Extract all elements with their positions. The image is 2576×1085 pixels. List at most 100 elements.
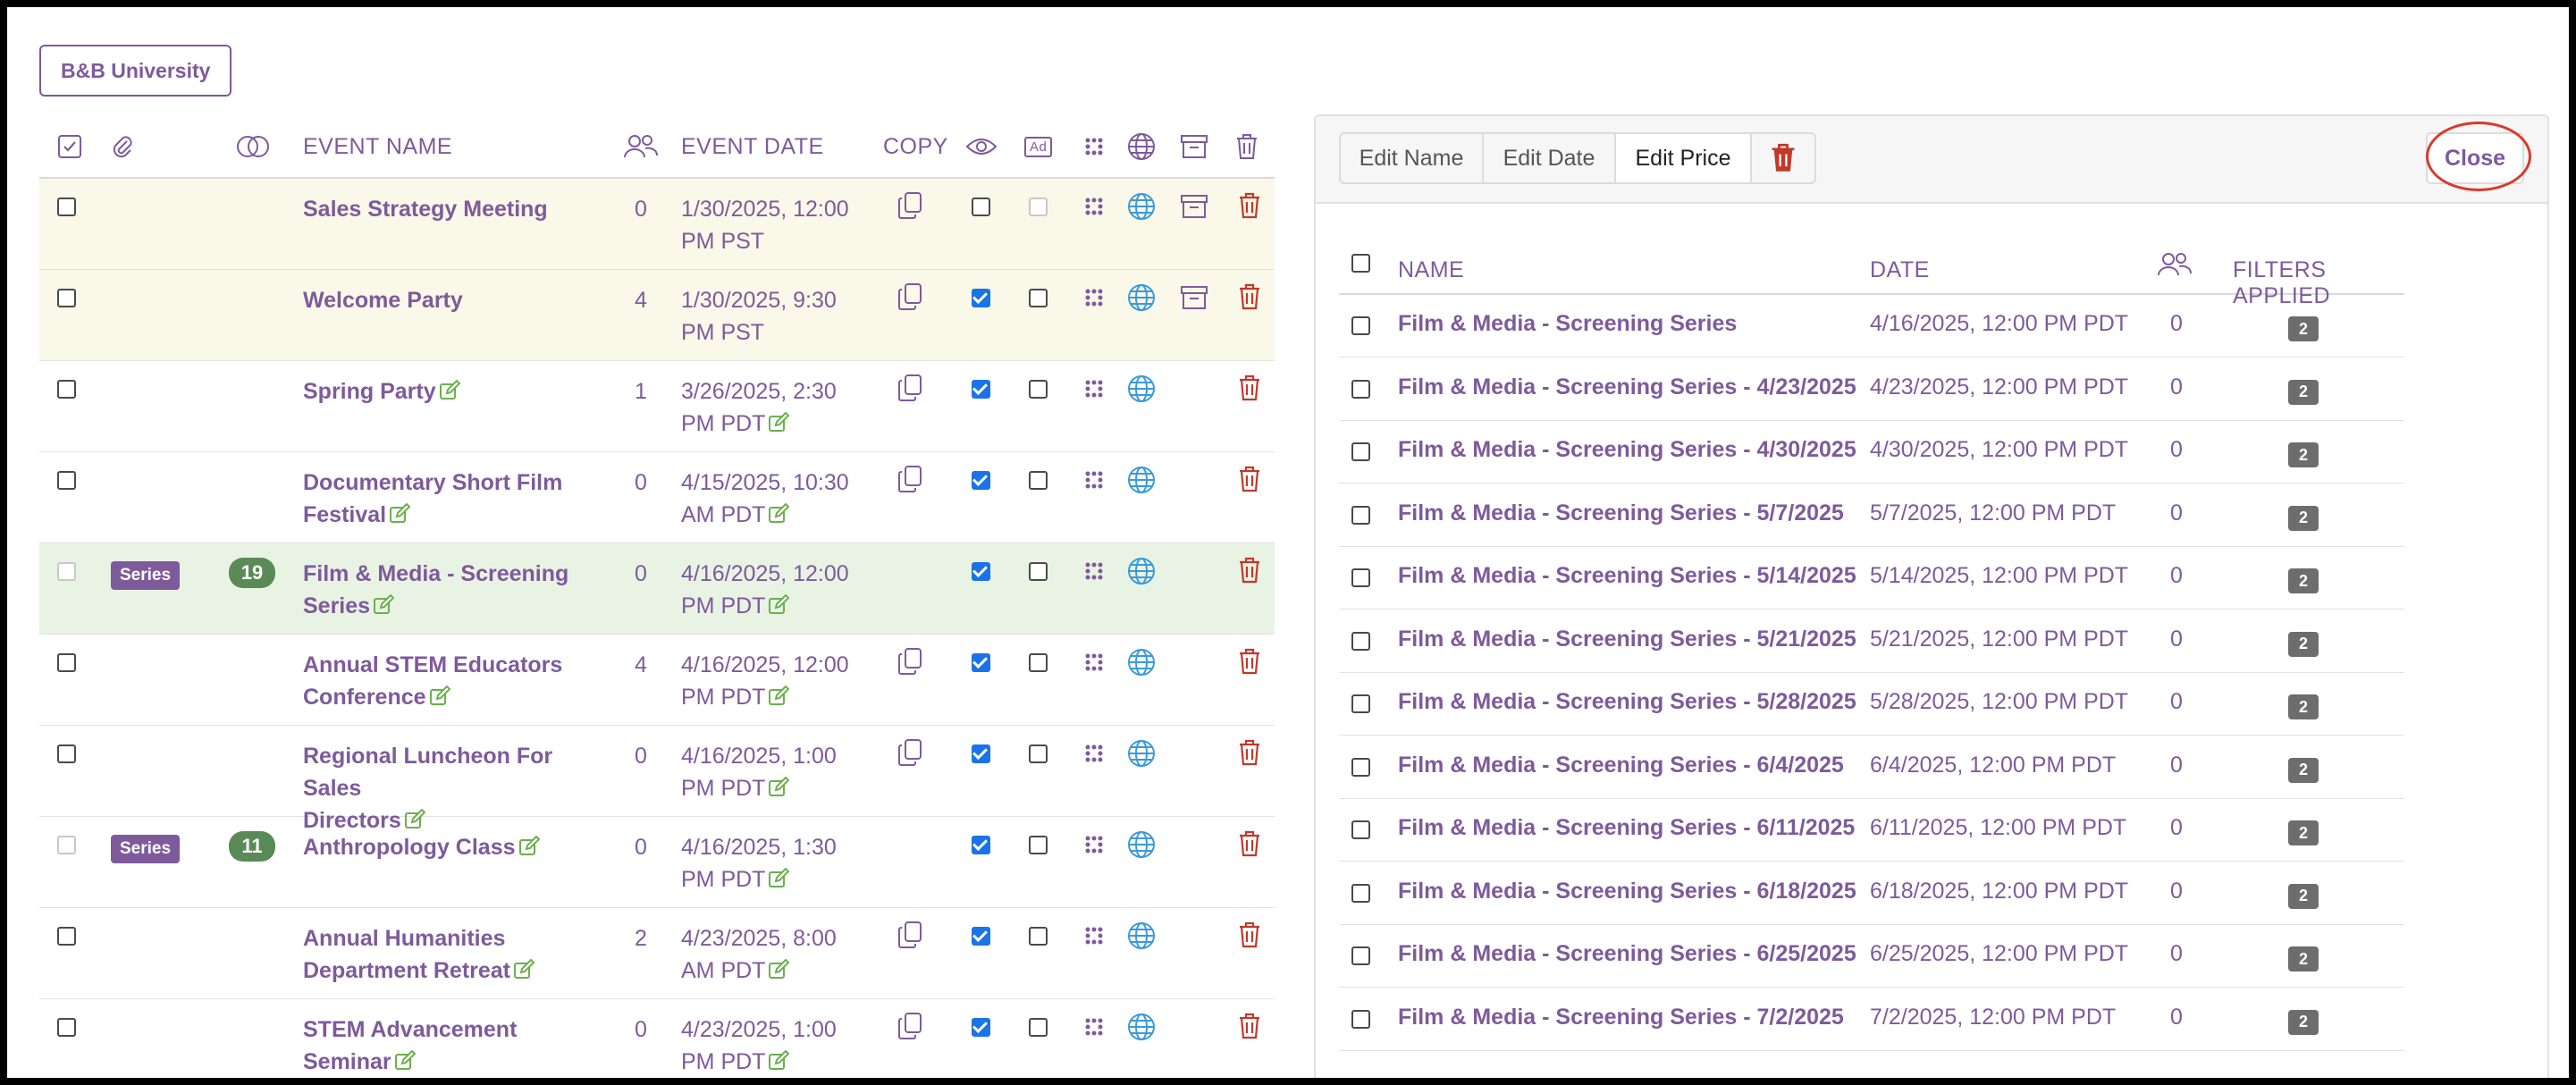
ad-checkbox[interactable] [1029,653,1048,672]
drag-grid-icon[interactable] [1083,652,1105,673]
row-checkbox[interactable] [57,471,76,490]
occurrence-name-link[interactable]: Film & Media - Screening Series - 4/30/2… [1398,437,1856,463]
edit-icon[interactable] [394,1050,416,1072]
row-checkbox[interactable] [1351,316,1370,335]
ad-checkbox[interactable] [1029,562,1048,581]
edit-icon[interactable] [429,685,450,707]
filters-count-badge[interactable]: 2 [2288,1009,2319,1035]
delete-icon[interactable] [1238,374,1261,401]
filters-count-badge[interactable]: 2 [2288,316,2319,341]
globe-icon[interactable] [1126,556,1157,586]
edit-icon[interactable] [768,868,790,889]
delete-icon[interactable] [1238,466,1261,492]
edit-icon[interactable] [373,594,395,616]
occurrence-name-link[interactable]: Film & Media - Screening Series [1398,311,1737,337]
edit-name-button[interactable]: Edit Name [1339,132,1484,184]
delete-icon[interactable] [1238,739,1261,766]
event-name-link[interactable]: Spring Party [303,375,598,408]
filters-count-badge[interactable]: 2 [2288,568,2319,593]
name-header[interactable]: NAME [1398,257,1464,283]
archive-icon[interactable] [1180,193,1208,220]
edit-icon[interactable] [768,412,790,433]
occurrence-name-link[interactable]: Film & Media - Screening Series - 6/11/2… [1398,815,1855,841]
delete-icon[interactable] [1238,648,1261,675]
delete-icon[interactable] [1238,1013,1261,1039]
filters-count-badge[interactable]: 2 [2288,820,2319,845]
copy-icon[interactable] [897,1012,922,1040]
delete-icon[interactable] [1238,557,1261,584]
drag-grid-icon[interactable] [1083,469,1105,491]
row-checkbox[interactable] [1351,442,1370,461]
brand-button[interactable]: B&B University [39,45,232,97]
occurrence-name-link[interactable]: Film & Media - Screening Series - 6/18/2… [1398,879,1856,904]
visible-checkbox[interactable] [972,1018,990,1037]
date-header[interactable]: DATE [1870,257,1930,283]
copy-icon[interactable] [897,465,922,493]
occurrence-name-link[interactable]: Film & Media - Screening Series - 5/28/2… [1398,689,1856,715]
globe-icon[interactable] [1126,465,1157,495]
edit-icon[interactable] [389,503,411,525]
event-name-link[interactable]: Annual Humanities Department Retreat [303,922,598,987]
delete-icon[interactable] [1238,192,1261,219]
edit-icon[interactable] [768,1050,790,1072]
drag-grid-icon[interactable] [1083,925,1105,946]
filters-count-badge[interactable]: 2 [2288,505,2319,531]
filters-count-badge[interactable]: 2 [2288,883,2319,909]
drag-grid-icon[interactable] [1083,560,1105,582]
edit-date-button[interactable]: Edit Date [1482,132,1616,184]
filters-count-badge[interactable]: 2 [2288,379,2319,405]
ad-checkbox[interactable] [1029,927,1048,946]
edit-icon[interactable] [518,836,540,857]
row-checkbox[interactable] [57,289,76,307]
globe-icon[interactable] [1126,647,1157,677]
visible-checkbox[interactable] [972,927,990,946]
occurrence-name-link[interactable]: Film & Media - Screening Series - 4/23/2… [1398,374,1856,400]
row-checkbox[interactable] [57,380,76,399]
archive-icon[interactable] [1180,284,1208,311]
copy-icon[interactable] [897,921,922,949]
select-all-icon[interactable] [57,134,82,159]
event-name-link[interactable]: Welcome Party [303,284,598,316]
drag-grid-icon[interactable] [1083,834,1105,855]
event-name-link[interactable]: STEM Advancement Seminar [303,1014,598,1078]
delete-series-button[interactable] [1750,132,1816,184]
occurrence-name-link[interactable]: Film & Media - Screening Series - 7/2/20… [1398,1005,1844,1030]
row-checkbox[interactable] [1351,820,1370,839]
globe-icon[interactable] [1126,191,1157,222]
row-checkbox[interactable] [1351,631,1370,651]
ad-checkbox[interactable] [1029,380,1048,399]
copy-icon[interactable] [897,647,922,676]
row-checkbox[interactable] [57,562,76,581]
filters-count-badge[interactable]: 2 [2288,631,2319,657]
visible-checkbox[interactable] [972,471,990,490]
globe-icon[interactable] [1126,374,1157,404]
event-name-link[interactable]: Documentary Short Film Festival [303,467,598,531]
series-count-badge[interactable]: 19 [229,558,275,588]
row-checkbox[interactable] [57,1018,76,1037]
edit-icon[interactable] [768,959,790,980]
row-checkbox[interactable] [1351,379,1370,399]
drag-grid-icon[interactable] [1083,1016,1105,1038]
copy-icon[interactable] [897,374,922,402]
drag-grid-icon[interactable] [1083,287,1105,308]
ad-checkbox[interactable] [1029,198,1048,216]
filters-count-badge[interactable]: 2 [2288,946,2319,971]
row-checkbox[interactable] [1351,694,1370,713]
globe-icon[interactable] [1126,1012,1157,1042]
occurrence-name-link[interactable]: Film & Media - Screening Series - 5/14/2… [1398,563,1856,589]
ad-checkbox[interactable] [1029,289,1048,307]
close-button[interactable]: Close [2426,132,2524,184]
occurrence-name-link[interactable]: Film & Media - Screening Series - 5/7/20… [1398,500,1844,526]
row-checkbox[interactable] [57,198,76,216]
event-name-header[interactable]: EVENT NAME [303,134,452,160]
visible-checkbox[interactable] [972,836,990,854]
occurrence-name-link[interactable]: Film & Media - Screening Series - 5/21/2… [1398,627,1856,652]
row-checkbox[interactable] [1351,1009,1370,1029]
row-checkbox[interactable] [1351,568,1370,587]
drag-grid-icon[interactable] [1083,378,1105,400]
edit-icon[interactable] [439,380,460,401]
edit-icon[interactable] [768,503,790,525]
filters-count-badge[interactable]: 2 [2288,757,2319,783]
edit-icon[interactable] [768,777,790,798]
copy-icon[interactable] [897,191,922,220]
